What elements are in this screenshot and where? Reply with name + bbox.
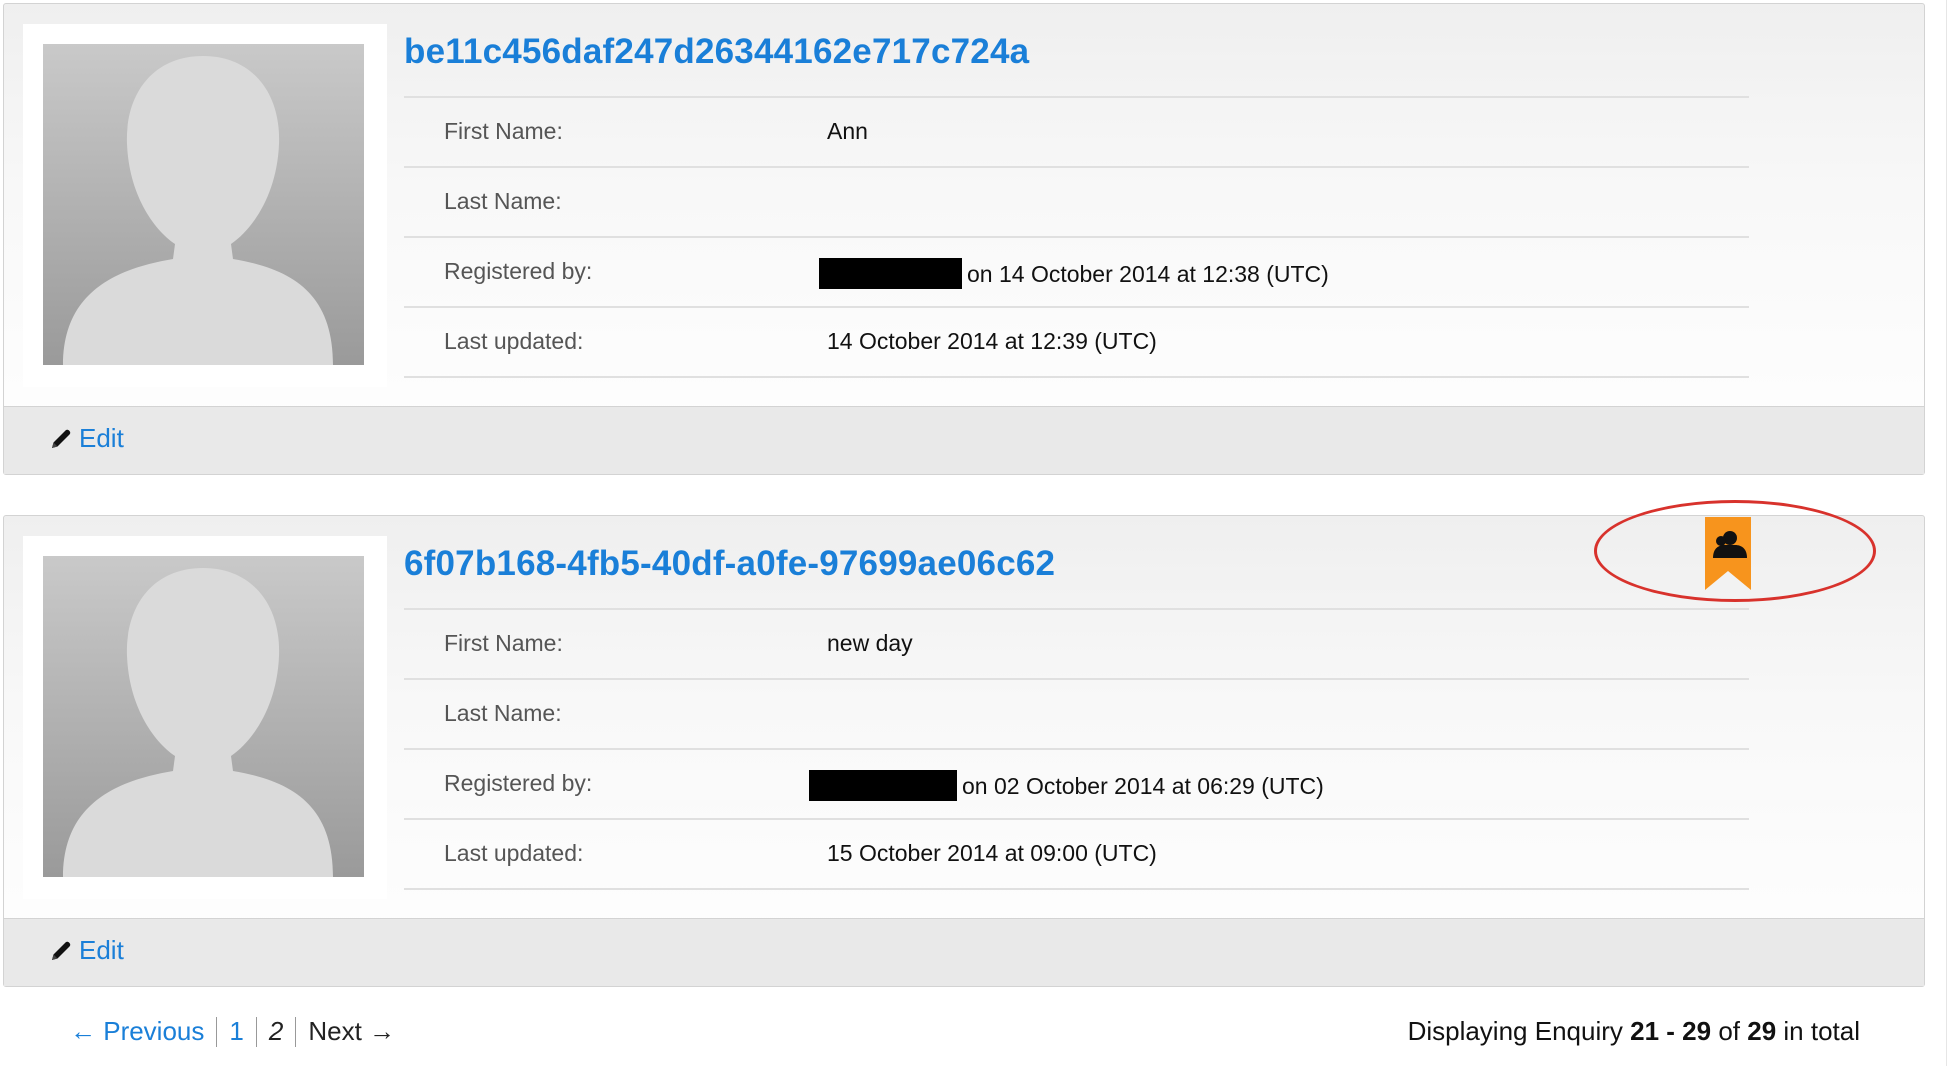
- field-label: Last updated:: [444, 840, 584, 866]
- pencil-icon: [49, 427, 73, 451]
- avatar-placeholder[interactable]: [43, 556, 364, 877]
- divider: [255, 1016, 257, 1047]
- scrollbar-edge: [1946, 0, 1947, 1066]
- summary-total: 29: [1747, 1016, 1777, 1046]
- record-fields: First Name: new day Last Name: Registere…: [404, 608, 1749, 890]
- redacted-username: [819, 258, 962, 289]
- avatar-placeholder[interactable]: [43, 44, 364, 365]
- record-card: be11c456daf247d26344162e717c724a First N…: [3, 3, 1925, 475]
- current-page: 2: [268, 1016, 284, 1046]
- field-value-registered: on 02 October 2014 at 06:29 (UTC): [809, 770, 1324, 801]
- summary-suffix: in total: [1783, 1016, 1860, 1046]
- field-row-first-name: First Name: new day: [404, 610, 1749, 680]
- results-summary: Displaying Enquiry 21 - 29 of 29 in tota…: [1408, 1016, 1860, 1047]
- divider: [216, 1016, 218, 1047]
- pagination: ← Previous 1 2 Next →: [70, 1016, 395, 1047]
- edit-label: Edit: [79, 935, 124, 965]
- edit-label: Edit: [79, 423, 124, 453]
- edit-button[interactable]: Edit: [49, 423, 124, 454]
- silhouette-icon: [43, 556, 364, 877]
- field-value: 15 October 2014 at 09:00 (UTC): [827, 840, 1157, 866]
- field-row-registered-by: Registered by: on 14 October 2014 at 12:…: [404, 238, 1749, 308]
- field-row-last-name: Last Name:: [404, 680, 1749, 750]
- field-label: First Name:: [444, 630, 563, 656]
- record-id-link[interactable]: be11c456daf247d26344162e717c724a: [404, 32, 1029, 72]
- summary-of: of: [1718, 1016, 1740, 1046]
- card-footer: Edit: [4, 406, 1924, 474]
- registered-date: on 14 October 2014 at 12:38 (UTC): [967, 261, 1329, 287]
- record-id-link[interactable]: 6f07b168-4fb5-40df-a0fe-97699ae06c62: [404, 544, 1055, 584]
- field-label: First Name:: [444, 118, 563, 144]
- divider: [295, 1016, 297, 1047]
- field-row-last-updated: Last updated: 14 October 2014 at 12:39 (…: [404, 308, 1749, 378]
- summary-prefix: Displaying Enquiry: [1407, 1016, 1623, 1046]
- next-page-link[interactable]: Next →: [308, 1016, 395, 1047]
- redacted-username: [809, 770, 957, 801]
- photo-frame: [23, 536, 387, 899]
- field-row-last-updated: Last updated: 15 October 2014 at 09:00 (…: [404, 820, 1749, 890]
- silhouette-icon: [43, 44, 364, 365]
- record-fields: First Name: Ann Last Name: Registered by…: [404, 96, 1749, 378]
- field-value-registered: on 14 October 2014 at 12:38 (UTC): [819, 258, 1329, 289]
- highlight-annotation: [1594, 500, 1876, 602]
- field-label: Registered by:: [444, 770, 593, 796]
- field-label: Registered by:: [444, 258, 593, 284]
- photo-frame: [23, 24, 387, 387]
- card-footer: Edit: [4, 918, 1924, 986]
- registered-date: on 02 October 2014 at 06:29 (UTC): [962, 773, 1324, 799]
- pencil-icon: [49, 939, 73, 963]
- field-label: Last Name:: [444, 188, 562, 214]
- field-label: Last updated:: [444, 328, 584, 354]
- field-value: 14 October 2014 at 12:39 (UTC): [827, 328, 1157, 354]
- page-link-1[interactable]: 1: [229, 1016, 243, 1047]
- field-value: Ann: [827, 118, 868, 144]
- edit-button[interactable]: Edit: [49, 935, 124, 966]
- field-row-last-name: Last Name:: [404, 168, 1749, 238]
- field-label: Last Name:: [444, 700, 562, 726]
- field-row-registered-by: Registered by: on 02 October 2014 at 06:…: [404, 750, 1749, 820]
- summary-range: 21 - 29: [1630, 1016, 1712, 1046]
- field-value: new day: [827, 630, 913, 656]
- previous-page-link[interactable]: ← Previous: [70, 1016, 204, 1047]
- field-row-first-name: First Name: Ann: [404, 98, 1749, 168]
